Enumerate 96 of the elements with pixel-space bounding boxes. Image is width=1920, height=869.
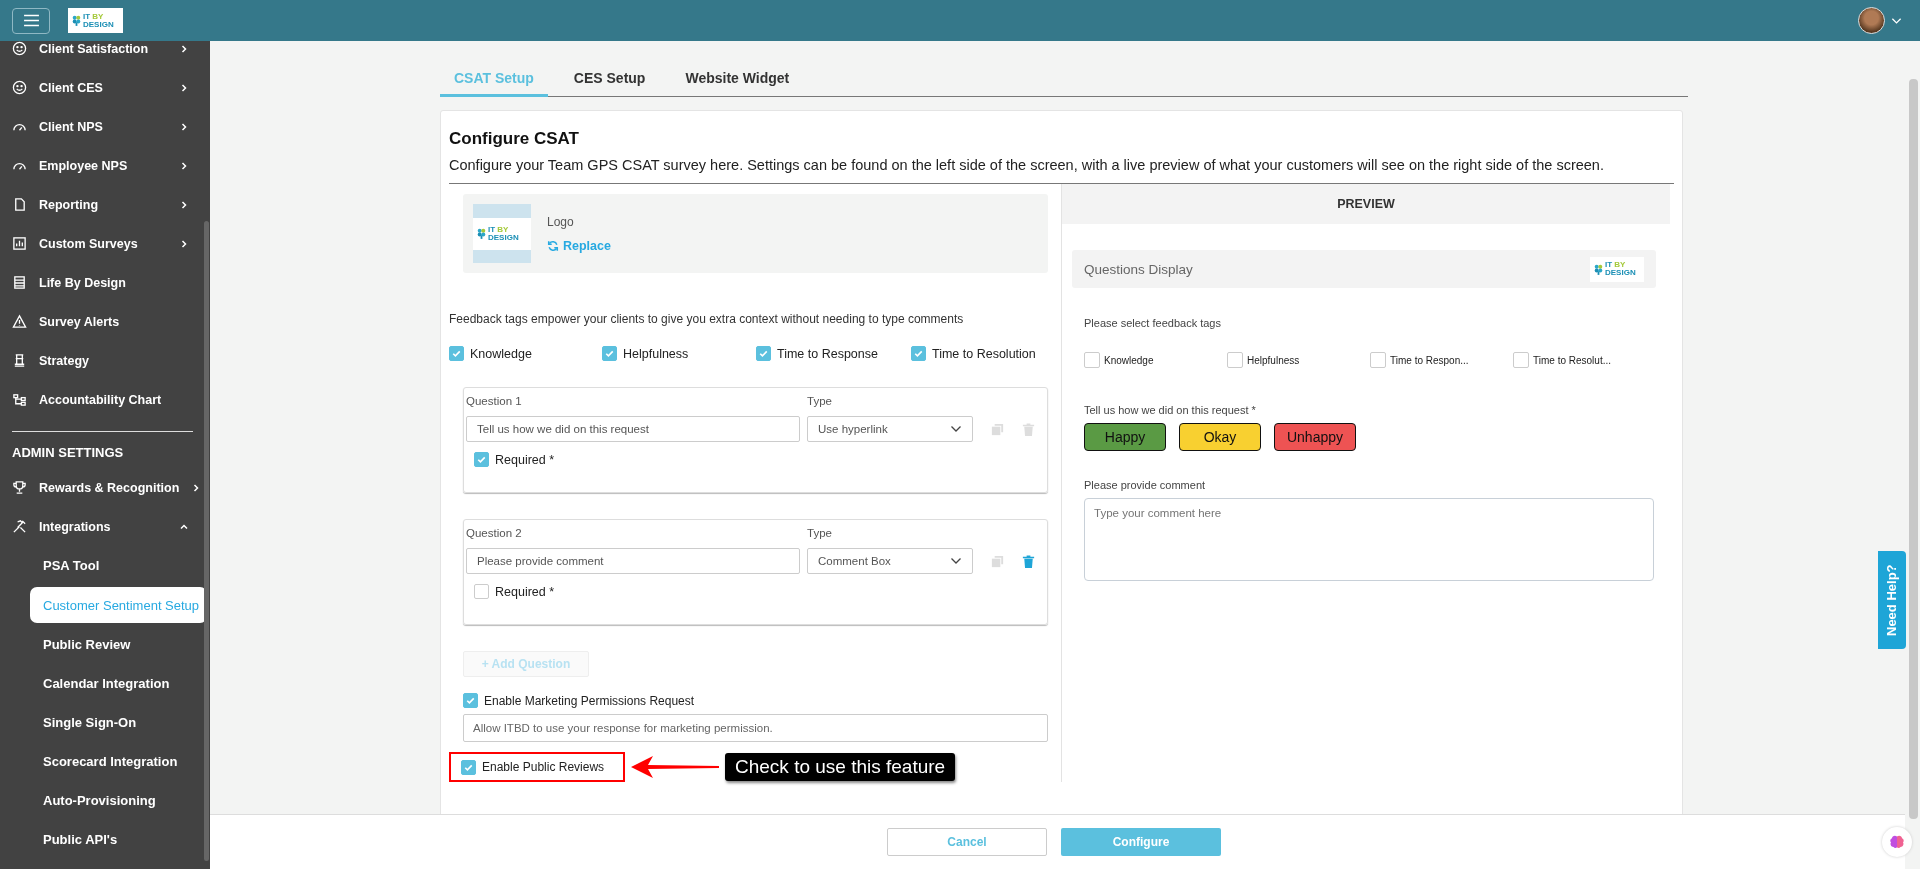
menu-button[interactable] bbox=[12, 7, 50, 34]
smiley-icon bbox=[12, 80, 27, 95]
sidebar-subitem[interactable]: Public API's bbox=[30, 820, 193, 859]
checkbox[interactable] bbox=[756, 346, 771, 361]
checkbox[interactable] bbox=[1370, 352, 1386, 368]
rating-button[interactable]: Happy bbox=[1084, 423, 1166, 451]
comment-field[interactable]: Type your comment here bbox=[1084, 498, 1654, 581]
checkbox[interactable] bbox=[449, 346, 464, 361]
checkbox-label: Time to Response bbox=[777, 346, 878, 361]
tab[interactable]: Website Widget bbox=[671, 61, 804, 97]
checkbox-label: Helpfulness bbox=[623, 346, 689, 361]
warning-icon bbox=[12, 314, 27, 329]
field-label: Type bbox=[807, 527, 833, 539]
sidebar-item[interactable]: Client CES bbox=[0, 68, 203, 107]
sidebar-item[interactable]: Accountability Chart bbox=[0, 380, 203, 419]
sidebar-subitem[interactable]: Public Review bbox=[30, 625, 193, 664]
scrollbar[interactable] bbox=[1909, 79, 1918, 819]
checkbox[interactable] bbox=[911, 346, 926, 361]
checkbox-label: Time to Respon... bbox=[1390, 354, 1469, 366]
field-label: Question 1 bbox=[466, 395, 523, 407]
assistant-button[interactable] bbox=[1882, 827, 1912, 857]
checkbox-label: Required * bbox=[495, 584, 555, 599]
type-dropdown[interactable]: Use hyperlink bbox=[807, 416, 973, 442]
sidebar-item[interactable]: Integrations bbox=[0, 507, 203, 546]
tower-icon bbox=[12, 353, 27, 368]
type-dropdown[interactable]: Comment Box bbox=[807, 548, 973, 574]
prompt-text: Please select feedback tags bbox=[1084, 317, 1222, 329]
sidebar-item[interactable]: Reporting bbox=[0, 185, 203, 224]
menu-icon bbox=[22, 14, 40, 27]
rating-button[interactable]: Okay bbox=[1179, 423, 1261, 451]
logo-label: Logo bbox=[547, 214, 575, 229]
checkbox[interactable] bbox=[474, 584, 489, 599]
field-label: Please provide comment bbox=[1084, 479, 1207, 491]
brain-icon bbox=[1889, 835, 1905, 849]
sidebar-item[interactable]: Life By Design bbox=[0, 263, 203, 302]
scrollbar[interactable] bbox=[204, 221, 209, 861]
sidebar-item[interactable]: Survey Alerts bbox=[0, 302, 203, 341]
trash-icon[interactable] bbox=[1021, 421, 1036, 437]
field-label: Type bbox=[807, 395, 833, 407]
sidebar-subitem[interactable]: PSA Tool bbox=[30, 546, 193, 585]
sidebar-item[interactable]: Rewards & Recognition bbox=[0, 468, 203, 507]
avatar[interactable] bbox=[1858, 7, 1885, 34]
checkbox[interactable] bbox=[1227, 352, 1243, 368]
trophy-icon bbox=[12, 480, 27, 495]
logo: IT BY DESIGN bbox=[1590, 256, 1644, 282]
tools-icon bbox=[12, 519, 27, 534]
checkbox-label: Helpfulness bbox=[1247, 354, 1300, 366]
checkbox-label: Time to Resolution bbox=[932, 346, 1036, 361]
sidebar-subitem[interactable]: Single Sign-On bbox=[30, 703, 193, 742]
checkbox[interactable] bbox=[1084, 352, 1100, 368]
checkbox-label: Knowledge bbox=[470, 346, 532, 361]
tab[interactable]: CES Setup bbox=[559, 61, 660, 97]
logo: IT BY DESIGN bbox=[473, 217, 531, 250]
marketing-text-field[interactable]: Allow ITBD to use your response for marketing permission. bbox=[463, 714, 1048, 742]
question-field[interactable]: Tell us how we did on this request bbox=[466, 416, 800, 442]
chevron-down-icon bbox=[950, 557, 962, 565]
trash-icon[interactable] bbox=[1021, 553, 1036, 569]
checkbox-label: Enable Public Reviews bbox=[482, 760, 605, 774]
section-title: ADMIN SETTINGS bbox=[11, 444, 125, 462]
sidebar-item[interactable]: Strategy bbox=[0, 341, 203, 380]
checkbox-label: Enable Marketing Permissions Request bbox=[484, 693, 695, 708]
checkbox-label: Required * bbox=[495, 452, 555, 467]
org-chart-icon bbox=[12, 392, 27, 407]
logo: IT BY DESIGN bbox=[68, 8, 123, 33]
sidebar-item[interactable]: Client Satisfaction bbox=[0, 41, 203, 68]
copy-icon[interactable] bbox=[990, 553, 1005, 569]
rating-button[interactable]: Unhappy bbox=[1274, 423, 1356, 451]
checkbox[interactable] bbox=[461, 759, 476, 775]
sidebar-item[interactable]: Employee NPS bbox=[0, 146, 203, 185]
copy-icon[interactable] bbox=[990, 421, 1005, 437]
checkbox[interactable] bbox=[602, 346, 617, 361]
bar-chart-icon bbox=[12, 236, 27, 251]
card-title: Configure CSAT bbox=[449, 129, 580, 149]
checkbox[interactable] bbox=[474, 452, 489, 467]
sidebar-item[interactable]: Client NPS bbox=[0, 107, 203, 146]
checkbox-label: Knowledge bbox=[1104, 354, 1154, 366]
preview-header: PREVIEW bbox=[1062, 184, 1670, 224]
field-label: Question 2 bbox=[466, 527, 523, 539]
sidebar-subitem[interactable]: Scorecard Integration bbox=[30, 742, 193, 781]
question-field[interactable]: Please provide comment bbox=[466, 548, 800, 574]
smiley-icon bbox=[12, 41, 27, 56]
tags-intro: Feedback tags empower your clients to give you extra context without needing to type comments bbox=[449, 312, 965, 326]
document-icon bbox=[12, 197, 27, 212]
refresh-icon bbox=[547, 239, 559, 252]
sidebar-subitem[interactable]: Calendar Integration bbox=[30, 664, 193, 703]
callout: Check to use this feature bbox=[725, 753, 956, 781]
preview-title: Questions Display bbox=[1084, 261, 1193, 277]
chevron-down-icon[interactable] bbox=[1891, 16, 1902, 25]
sidebar-subitem[interactable]: Auto-Provisioning bbox=[30, 781, 193, 820]
list-icon bbox=[12, 275, 27, 290]
checkbox[interactable] bbox=[463, 693, 478, 708]
chevron-down-icon bbox=[950, 425, 962, 433]
question-text: Tell us how we did on this request * bbox=[1084, 404, 1257, 416]
checkbox-label: Time to Resolut... bbox=[1533, 354, 1611, 366]
sidebar-item[interactable]: Custom Surveys bbox=[0, 224, 203, 263]
checkbox[interactable] bbox=[1513, 352, 1529, 368]
